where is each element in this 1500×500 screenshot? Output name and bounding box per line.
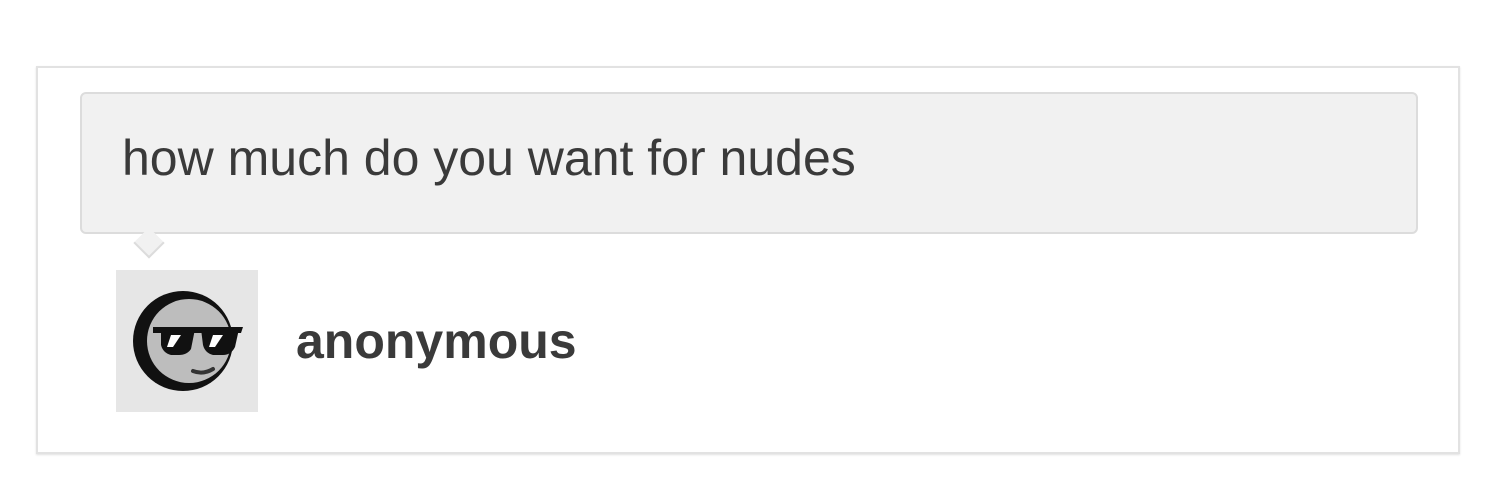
- page: how much do you want for nudes anonymous: [0, 0, 1500, 500]
- question-bubble: how much do you want for nudes: [80, 92, 1418, 259]
- ask-card: how much do you want for nudes anonymous: [36, 66, 1460, 454]
- asker: anonymous: [116, 270, 577, 412]
- asker-name[interactable]: anonymous: [296, 311, 577, 371]
- question-text: how much do you want for nudes: [122, 130, 856, 186]
- avatar[interactable]: [116, 270, 258, 412]
- bubble-tail: [133, 227, 165, 259]
- anonymous-sunglasses-icon: [133, 291, 243, 391]
